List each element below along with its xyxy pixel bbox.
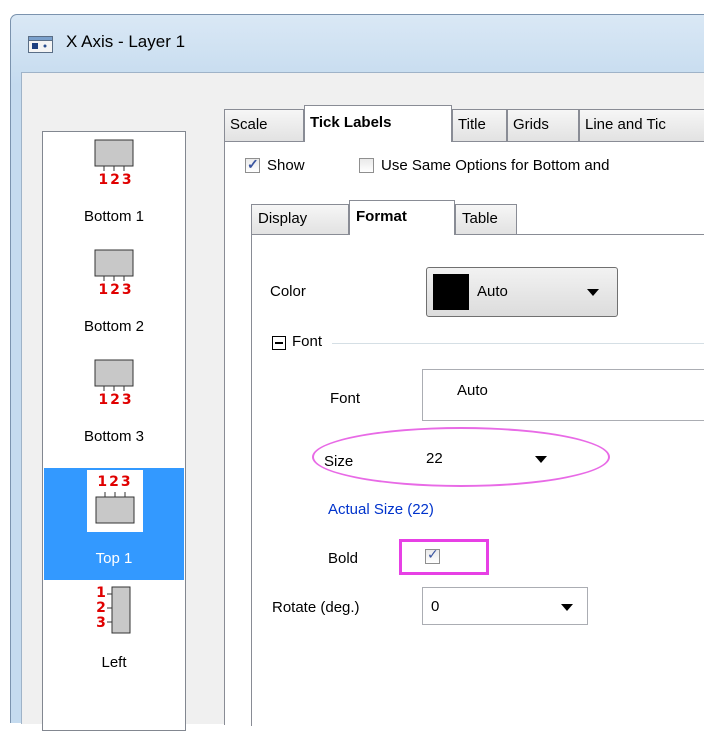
tab-grids[interactable]: Grids	[507, 109, 579, 141]
top-axis-icon	[95, 492, 135, 524]
show-label: Show	[267, 157, 305, 174]
title-bar[interactable]: X Axis - Layer 1	[11, 15, 704, 71]
tab-scale[interactable]: Scale	[224, 109, 304, 141]
axis-item-label: Bottom 3	[83, 428, 145, 445]
check-icon: ✓	[427, 547, 439, 563]
dialog-client-area: 123 Bottom 1 123 Bottom 2 123 Bottom 3 1…	[21, 72, 704, 731]
axis-item-bottom-3[interactable]: 123 Bottom 3	[44, 356, 184, 456]
show-option[interactable]: ✓ Show	[245, 156, 335, 176]
dialog-window: X Axis - Layer 1 123 Bottom 1 123 Bottom…	[10, 14, 704, 731]
bold-label: Bold	[328, 550, 359, 567]
axis-item-bottom-1[interactable]: 123 Bottom 1	[44, 136, 184, 236]
size-highlight-annotation	[312, 427, 610, 487]
tab-format[interactable]: Format	[349, 200, 455, 235]
font-group-label: Font	[292, 333, 323, 350]
actual-size-text: Actual Size (22)	[328, 501, 434, 518]
tab-title[interactable]: Title	[452, 109, 507, 141]
bold-checkbox[interactable]: ✓	[425, 547, 440, 564]
window-title: X Axis - Layer 1	[66, 32, 186, 51]
font-label: Font	[330, 390, 361, 407]
axis-list[interactable]: 123 Bottom 1 123 Bottom 2 123 Bottom 3 1…	[42, 131, 186, 731]
tab-display[interactable]: Display	[251, 204, 349, 234]
tab-line-and-ticks[interactable]: Line and Tic	[579, 109, 704, 141]
tick-numbers: 123	[97, 474, 133, 490]
show-checkbox[interactable]: ✓	[245, 156, 260, 173]
color-swatch	[433, 274, 469, 310]
check-icon: ✓	[247, 156, 259, 172]
chevron-down-icon	[561, 604, 573, 611]
chevron-down-icon	[587, 289, 599, 296]
rotate-label: Rotate (deg.)	[272, 599, 360, 616]
axis-item-label: Left	[101, 654, 127, 671]
axis-item-label: Bottom 2	[83, 318, 145, 335]
same-options-option[interactable]: Use Same Options for Bottom and	[359, 156, 704, 176]
tick-numbers: 123	[98, 172, 134, 188]
tab-table[interactable]: Table	[455, 204, 517, 234]
format-page: Color Auto Font Font Auto Size 22 Actual…	[251, 234, 704, 726]
tab-tick-labels[interactable]: Tick Labels	[304, 105, 452, 142]
bold-highlight-annotation	[399, 539, 489, 575]
tick-numbers: 123	[98, 282, 134, 298]
window-app-icon[interactable]	[28, 36, 53, 53]
left-axis-icon	[107, 586, 131, 634]
axis-item-bottom-2[interactable]: 123 Bottom 2	[44, 246, 184, 346]
axis-item-label: Top 1	[95, 550, 133, 567]
axis-item-label: Bottom 1	[83, 208, 145, 225]
rotate-value: 0	[431, 598, 440, 615]
same-options-label: Use Same Options for Bottom and	[381, 157, 610, 174]
font-select[interactable]: Auto	[422, 369, 704, 421]
axis-item-top-1[interactable]: 123 Top 1	[44, 468, 184, 580]
group-divider	[332, 343, 704, 344]
tick-labels-page: ✓ Show Use Same Options for Bottom and D…	[224, 141, 704, 726]
tick-numbers: 123	[98, 392, 134, 408]
axis-item-left[interactable]: 123 Left	[44, 582, 184, 682]
same-options-checkbox[interactable]	[359, 158, 374, 173]
color-label: Color	[270, 283, 306, 300]
collapse-icon[interactable]	[272, 336, 286, 350]
rotate-select[interactable]: 0	[422, 587, 588, 625]
font-value: Auto	[457, 382, 488, 399]
color-value: Auto	[477, 283, 508, 300]
color-dropdown[interactable]: Auto	[426, 267, 618, 317]
